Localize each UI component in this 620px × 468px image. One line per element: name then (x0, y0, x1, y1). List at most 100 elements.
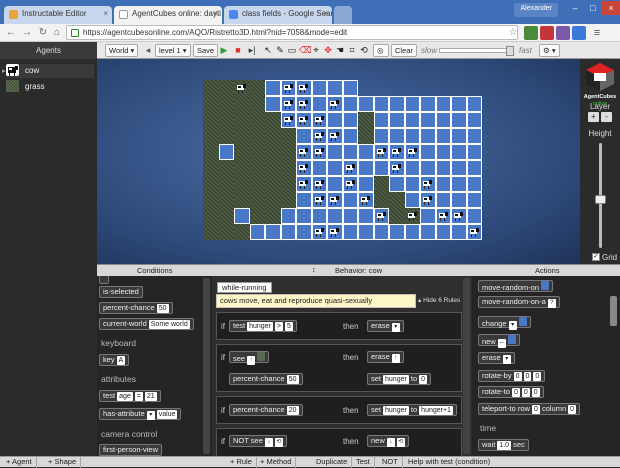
save-button[interactable]: Save (193, 44, 219, 57)
cow-agent-icon[interactable] (407, 147, 418, 157)
empty-tile[interactable] (327, 176, 343, 192)
rule-condition-see[interactable]: see ↑ (229, 351, 270, 365)
empty-tile[interactable] (342, 112, 358, 128)
empty-tile[interactable] (466, 96, 482, 112)
rule-2[interactable]: if see ↑ percent-chance 50 then erase ↑ set… (216, 344, 462, 392)
cow-agent-icon[interactable] (314, 179, 325, 189)
cow-agent-icon[interactable] (314, 227, 325, 237)
direction-picker-icon[interactable]: ⇔ (497, 339, 506, 348)
empty-tile[interactable] (451, 96, 467, 112)
grass-tile[interactable] (203, 192, 219, 208)
value-field[interactable]: 50 (286, 375, 299, 384)
attribute-field[interactable]: hunger (383, 375, 409, 384)
condition-key[interactable]: key A (99, 354, 130, 366)
rule-action-set[interactable]: set hunger to 0 (367, 373, 432, 385)
grass-tile[interactable] (265, 144, 281, 160)
pencil-tool-icon[interactable]: ✎ (275, 45, 285, 56)
rule-3[interactable]: if percent-chance 20 then set hunger to hun… (216, 396, 462, 424)
action-erase[interactable]: erase ▾ (478, 352, 515, 364)
empty-tile[interactable] (373, 160, 389, 176)
agent-picker-icon[interactable] (518, 317, 527, 326)
grass-tile[interactable] (249, 144, 265, 160)
cow-agent-icon[interactable] (376, 147, 387, 157)
condition-has-attribute[interactable]: has-attribute ▾ value (99, 408, 182, 420)
cow-agent-icon[interactable] (329, 195, 340, 205)
grass-tile[interactable] (218, 192, 234, 208)
adblock-icon[interactable] (540, 26, 554, 40)
value-field[interactable]: 0 (419, 375, 428, 384)
empty-tile[interactable] (451, 112, 467, 128)
rule-1[interactable]: if test hunger >5 then erase ▾ (216, 312, 462, 340)
grass-tile[interactable] (249, 80, 265, 96)
empty-tile[interactable] (218, 144, 234, 160)
grass-tile[interactable] (203, 96, 219, 112)
previous-level-icon[interactable]: ◂ (143, 45, 153, 56)
tab-agentcubes[interactable]: AgentCubes online: dayti × (114, 6, 222, 24)
grass-tile[interactable] (234, 112, 250, 128)
settings-dropdown[interactable]: ⚙ ▾ (539, 44, 560, 57)
empty-tile[interactable] (420, 144, 436, 160)
condition-value-field[interactable]: 21 (144, 392, 157, 401)
action-change[interactable]: change ▾ (478, 316, 531, 330)
grass-tile[interactable] (280, 176, 296, 192)
add-agent-button[interactable]: + Agent (2, 457, 37, 468)
empty-tile[interactable] (466, 128, 482, 144)
rule-4[interactable]: if NOT see ↓ ⟲ then new ↓ ⟲ (216, 428, 462, 456)
empty-tile[interactable] (451, 144, 467, 160)
rule-action-erase[interactable]: erase ▾ (367, 320, 404, 332)
cow-agent-icon[interactable] (469, 227, 480, 237)
empty-tile[interactable] (389, 128, 405, 144)
world-grid[interactable] (203, 80, 482, 240)
grass-tile[interactable] (234, 224, 250, 240)
grass-tile[interactable] (203, 160, 219, 176)
grass-tile[interactable] (218, 96, 234, 112)
empty-tile[interactable] (435, 224, 451, 240)
cow-agent-icon[interactable] (422, 195, 433, 205)
resize-handle-icon[interactable]: ↕ (312, 265, 316, 274)
agent-picker-icon[interactable] (507, 335, 516, 344)
cow-agent-icon[interactable] (314, 115, 325, 125)
empty-tile[interactable] (420, 160, 436, 176)
hide-rules-button[interactable]: ▴ Hide 6 Rules (418, 296, 460, 304)
grass-tile[interactable] (218, 80, 234, 96)
grass-tile[interactable] (249, 128, 265, 144)
action-rotate-by[interactable]: rotate-by 0 0 0 (478, 370, 546, 382)
empty-tile[interactable] (435, 128, 451, 144)
empty-tile[interactable] (451, 192, 467, 208)
extension-icon[interactable] (524, 26, 538, 40)
empty-tile[interactable] (311, 160, 327, 176)
condition-value-field[interactable]: age (117, 392, 133, 401)
value-field[interactable]: 20 (286, 406, 299, 415)
value-field[interactable]: hunger+1 (419, 406, 453, 415)
value-field[interactable]: 0 (521, 388, 530, 397)
empty-tile[interactable] (373, 128, 389, 144)
action-rotate-to[interactable]: rotate-to 0 0 0 (478, 386, 544, 398)
empty-tile[interactable] (342, 192, 358, 208)
empty-tile[interactable] (358, 176, 374, 192)
empty-tile[interactable] (466, 208, 482, 224)
add-method-button[interactable]: + Method (256, 457, 297, 468)
empty-tile[interactable] (435, 160, 451, 176)
rule-condition-not-see[interactable]: NOT see ↓ ⟲ (229, 435, 287, 447)
empty-tile[interactable] (466, 112, 482, 128)
empty-tile[interactable] (435, 96, 451, 112)
actions-scrollbar[interactable] (610, 296, 617, 326)
value-field[interactable]: 5 (284, 322, 293, 331)
play-icon[interactable]: ▶ (219, 45, 229, 56)
cow-agent-icon[interactable] (283, 99, 294, 109)
empty-tile[interactable] (420, 224, 436, 240)
method-comment[interactable]: cows move, eat and reproduce quasi-sexua… (216, 294, 416, 308)
direction-picker-icon[interactable]: ▾ (391, 323, 400, 332)
action-new[interactable]: new ⇔ (478, 334, 520, 348)
cow-agent-icon[interactable] (329, 227, 340, 237)
not-button[interactable]: NOT (378, 457, 403, 468)
menu-icon[interactable]: ≡ (590, 26, 604, 40)
close-tab-icon[interactable]: × (323, 9, 328, 18)
cow-agent-icon[interactable] (298, 115, 309, 125)
empty-tile[interactable] (404, 112, 420, 128)
empty-tile[interactable] (342, 128, 358, 144)
cow-agent-icon[interactable] (376, 211, 387, 221)
forward-icon[interactable]: → (20, 26, 34, 40)
stop-icon[interactable]: ■ (233, 45, 243, 56)
direction-picker-icon[interactable]: ▾ (508, 321, 517, 330)
